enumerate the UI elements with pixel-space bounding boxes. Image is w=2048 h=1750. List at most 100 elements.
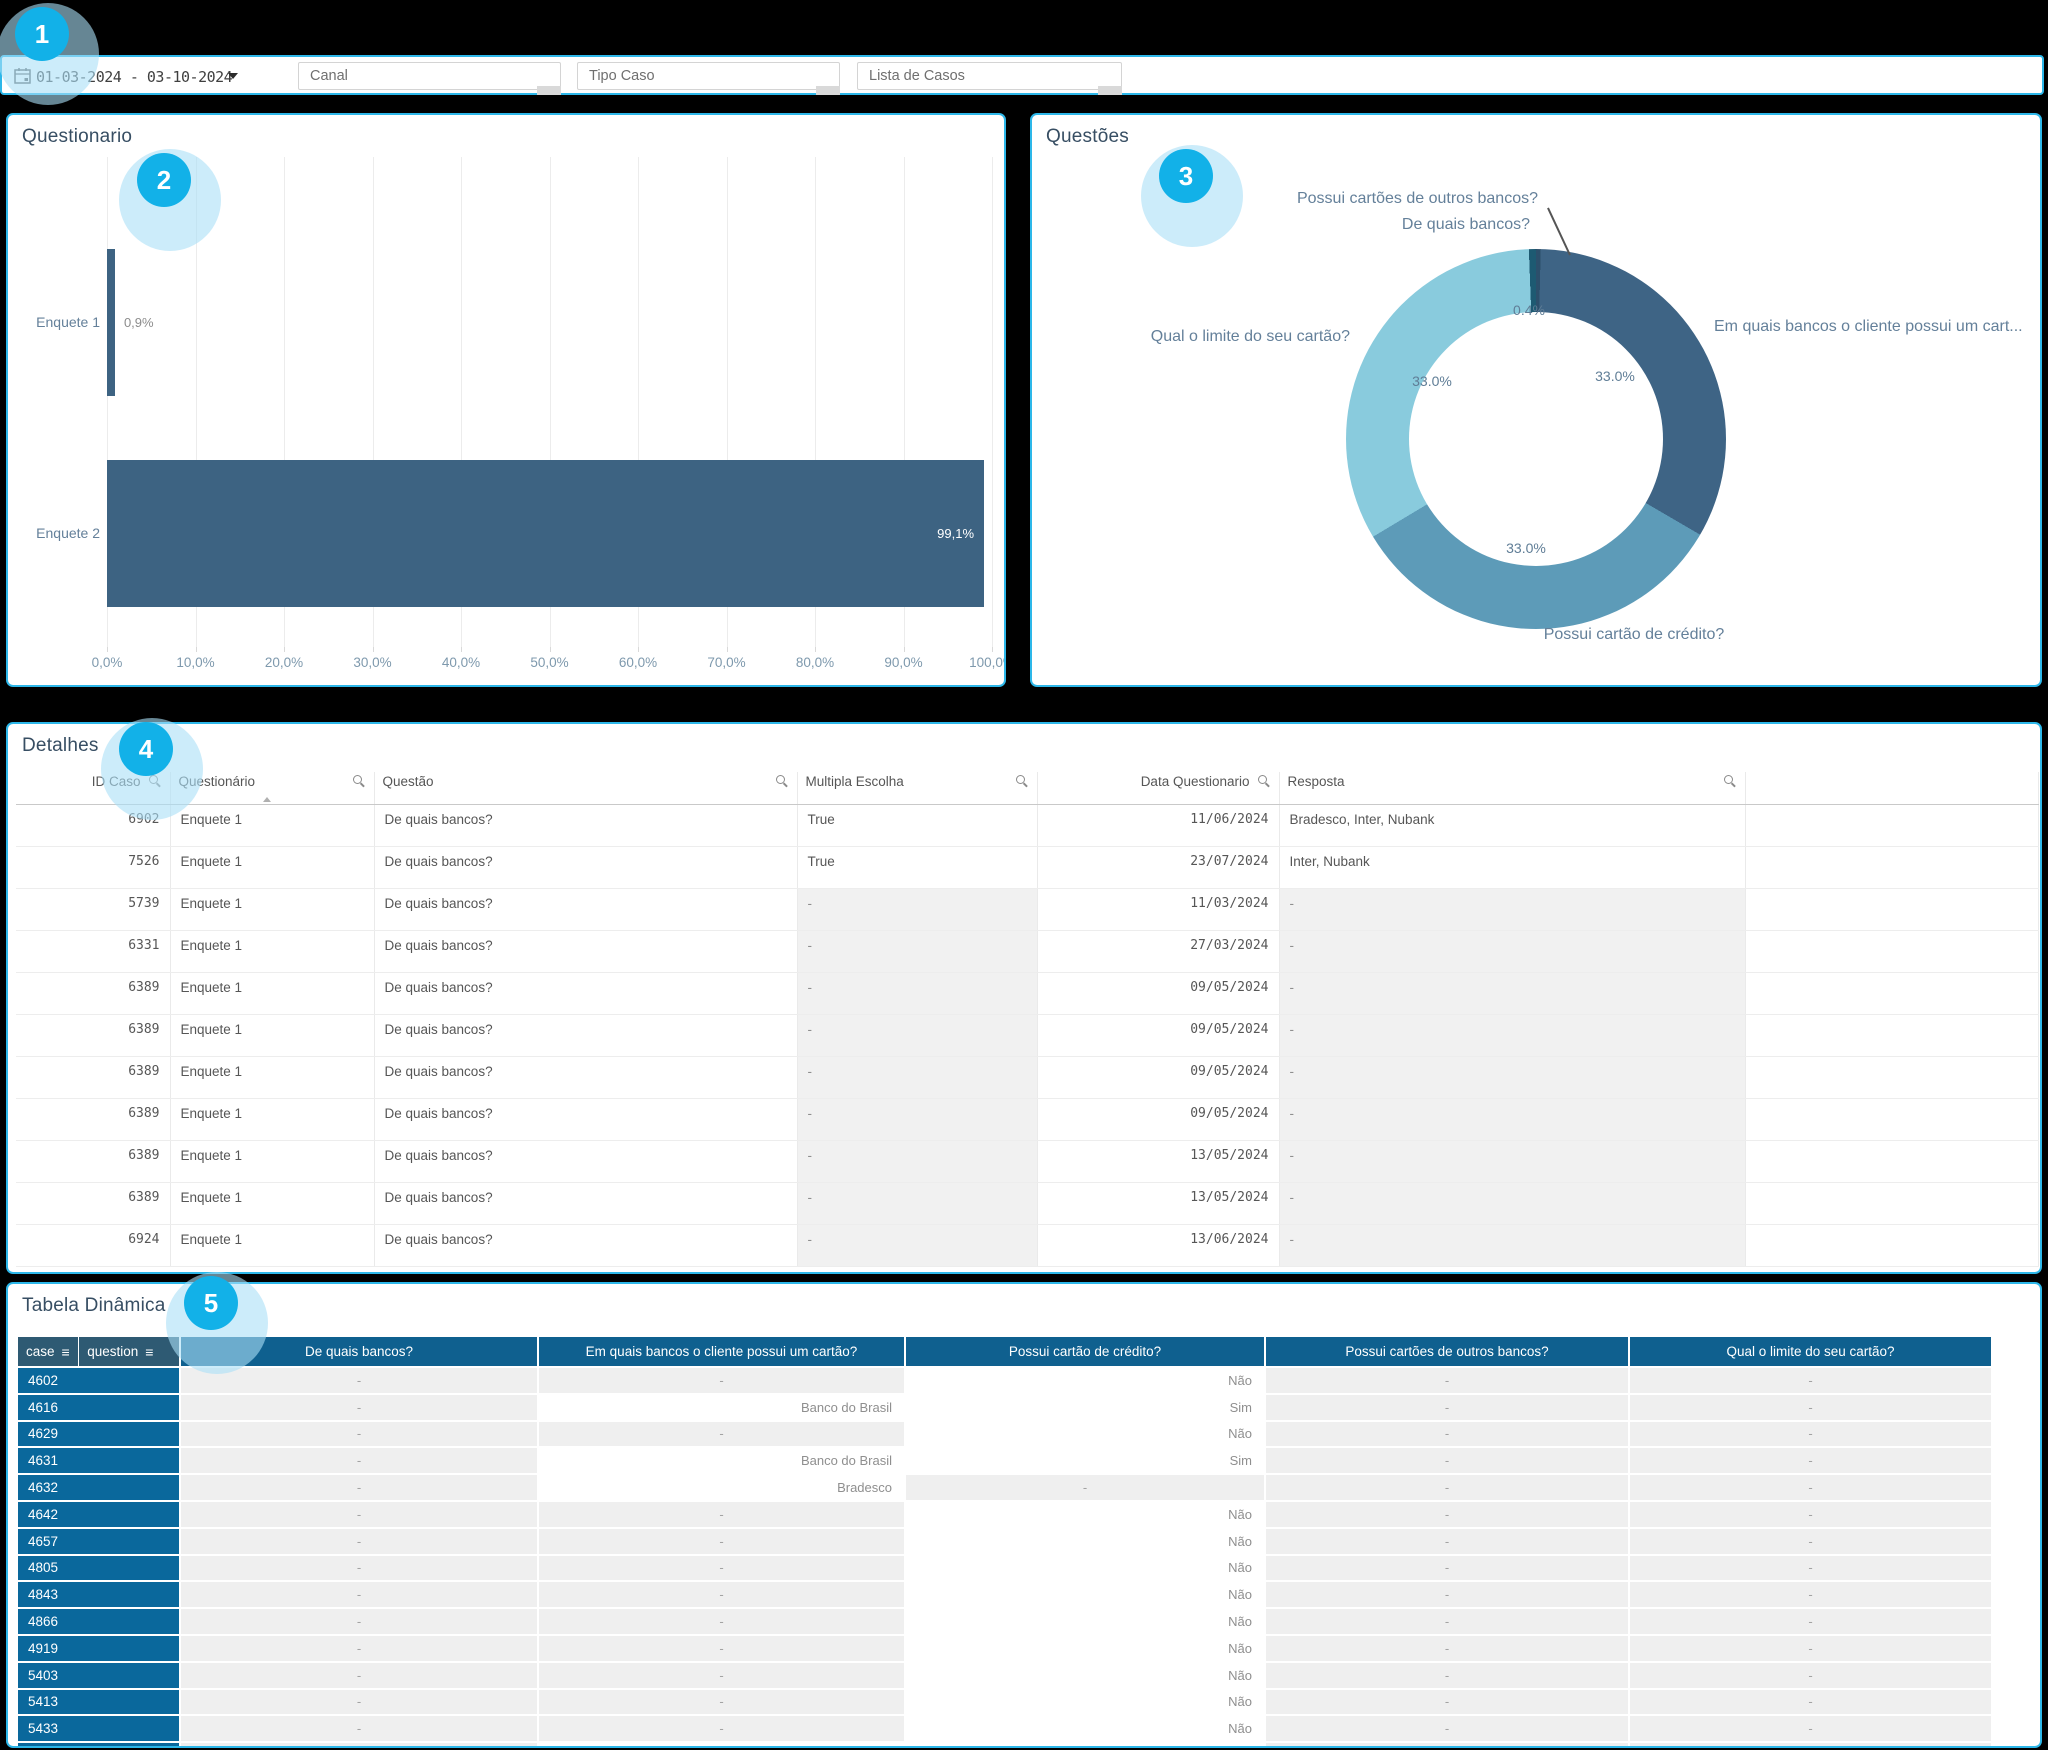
table-cell[interactable]: - (1279, 889, 1745, 931)
table-cell[interactable]: True (797, 805, 1037, 847)
pivot-cell[interactable]: - (1630, 1663, 1991, 1688)
pivot-cell[interactable]: - (539, 1690, 904, 1715)
table-cell[interactable]: De quais bancos? (374, 1099, 797, 1141)
table-cell[interactable]: - (1279, 1099, 1745, 1141)
table-cell[interactable]: - (797, 1099, 1037, 1141)
pivot-cell[interactable]: - (1630, 1448, 1991, 1473)
search-icon[interactable] (776, 775, 789, 788)
pivot-cell[interactable]: - (1630, 1529, 1991, 1554)
table-cell[interactable]: - (797, 1183, 1037, 1225)
pivot-cell[interactable]: Não (906, 1368, 1264, 1393)
pivot-cell[interactable]: - (539, 1368, 904, 1393)
pivot-cell[interactable]: - (539, 1529, 904, 1554)
pivot-row-header[interactable]: 4602 (18, 1368, 179, 1393)
pivot-cell[interactable]: - (539, 1609, 904, 1634)
pivot-cell[interactable]: - (181, 1448, 537, 1473)
pivot-cell[interactable]: - (181, 1582, 537, 1607)
table-cell[interactable]: Enquete 1 (170, 805, 374, 847)
pivot-cell[interactable]: - (539, 1582, 904, 1607)
table-cell[interactable]: De quais bancos? (374, 1141, 797, 1183)
table-cell[interactable]: 6924 (16, 1225, 170, 1267)
pivot-cell[interactable]: Sim (906, 1395, 1264, 1420)
pivot-cell[interactable]: - (1266, 1609, 1628, 1634)
pivot-cell[interactable]: - (1630, 1556, 1991, 1581)
pivot-cell[interactable]: - (181, 1475, 537, 1500)
search-icon[interactable] (353, 775, 366, 788)
pivot-cell[interactable]: - (181, 1368, 537, 1393)
table-cell[interactable]: - (797, 973, 1037, 1015)
table-cell[interactable]: - (1279, 1015, 1745, 1057)
table-cell[interactable]: De quais bancos? (374, 931, 797, 973)
pivot-column-header-5[interactable]: Qual o limite do seu cartão? (1630, 1337, 1991, 1366)
pivot-cell[interactable]: - (1630, 1690, 1991, 1715)
pivot-cell[interactable]: - (906, 1475, 1264, 1500)
pivot-row-header[interactable]: 4632 (18, 1475, 179, 1500)
pivot-cell[interactable]: - (1266, 1636, 1628, 1661)
search-icon[interactable] (1724, 775, 1737, 788)
pivot-cell[interactable]: Não (906, 1663, 1264, 1688)
pivot-cell[interactable]: Sim (906, 1448, 1264, 1473)
pivot-cell[interactable]: Não (906, 1636, 1264, 1661)
table-cell[interactable]: 11/06/2024 (1037, 805, 1279, 847)
bar-enquete-2[interactable] (107, 460, 984, 607)
table-cell[interactable]: 6389 (16, 1099, 170, 1141)
pivot-cell[interactable]: - (1630, 1422, 1991, 1447)
table-cell[interactable]: 09/05/2024 (1037, 1015, 1279, 1057)
table-cell[interactable]: 27/03/2024 (1037, 931, 1279, 973)
pivot-cell[interactable]: - (1630, 1502, 1991, 1527)
table-cell[interactable]: - (1279, 1057, 1745, 1099)
menu-icon[interactable]: ≡ (145, 1345, 153, 1359)
pivot-cell[interactable]: - (539, 1556, 904, 1581)
pivot-row-header[interactable]: 4805 (18, 1556, 179, 1581)
filter-listbox-tipo-caso[interactable]: Tipo Caso (577, 62, 840, 90)
table-cell[interactable]: - (1279, 973, 1745, 1015)
pivot-row-header[interactable]: 4642 (18, 1502, 179, 1527)
pivot-cell[interactable]: - (1266, 1663, 1628, 1688)
pivot-cell[interactable]: Não (906, 1422, 1264, 1447)
pivot-cell[interactable]: - (181, 1395, 537, 1420)
pivot-cell[interactable]: - (1630, 1582, 1991, 1607)
table-cell[interactable]: 6389 (16, 1141, 170, 1183)
pivot-cell[interactable]: - (1266, 1743, 1628, 1748)
pivot-cell[interactable]: - (1630, 1609, 1991, 1634)
table-cell[interactable]: Enquete 1 (170, 1225, 374, 1267)
table-cell[interactable]: 6389 (16, 973, 170, 1015)
table-cell[interactable]: 23/07/2024 (1037, 847, 1279, 889)
pivot-cell[interactable]: Não (906, 1502, 1264, 1527)
table-cell[interactable]: 5739 (16, 889, 170, 931)
table-cell[interactable]: 09/05/2024 (1037, 1057, 1279, 1099)
pivot-cell[interactable]: - (539, 1636, 904, 1661)
table-cell[interactable]: Enquete 1 (170, 889, 374, 931)
pivot-cell[interactable]: - (181, 1636, 537, 1661)
listbox-scrollbar[interactable] (537, 86, 561, 95)
listbox-scrollbar[interactable] (1098, 86, 1122, 95)
pivot-column-header-3[interactable]: Possui cartão de crédito? (906, 1337, 1264, 1366)
pivot-row-header[interactable]: 4843 (18, 1582, 179, 1607)
column-header-5[interactable]: Data Questionario (1037, 772, 1279, 805)
pivot-cell[interactable]: Não (906, 1529, 1264, 1554)
pivot-cell[interactable]: - (181, 1690, 537, 1715)
pivot-cell[interactable]: - (1266, 1395, 1628, 1420)
pivot-row-header[interactable]: 5413 (18, 1690, 179, 1715)
pivot-cell[interactable]: - (1266, 1582, 1628, 1607)
table-cell[interactable]: - (797, 931, 1037, 973)
table-cell[interactable]: - (797, 1225, 1037, 1267)
table-cell[interactable]: Bradesco, Inter, Nubank (1279, 805, 1745, 847)
pivot-cell[interactable]: Não (906, 1582, 1264, 1607)
table-cell[interactable]: - (1279, 1225, 1745, 1267)
pivot-cell[interactable]: Bradesco, Inter, Itaú (539, 1743, 904, 1748)
pivot-row-header[interactable]: 4616 (18, 1395, 179, 1420)
table-cell[interactable]: 13/05/2024 (1037, 1183, 1279, 1225)
table-cell[interactable]: De quais bancos? (374, 1057, 797, 1099)
table-cell[interactable]: Enquete 1 (170, 1099, 374, 1141)
search-icon[interactable] (1016, 775, 1029, 788)
pivot-row-header[interactable]: 4919 (18, 1636, 179, 1661)
table-cell[interactable]: De quais bancos? (374, 847, 797, 889)
table-cell[interactable]: - (1279, 931, 1745, 973)
table-cell[interactable]: 6389 (16, 1015, 170, 1057)
pivot-cell[interactable]: Bradesco (539, 1475, 904, 1500)
table-cell[interactable]: De quais bancos? (374, 889, 797, 931)
pivot-row-header[interactable]: 5635 (18, 1743, 179, 1748)
pivot-dim-case[interactable]: case≡ (18, 1337, 78, 1366)
table-cell[interactable]: 7526 (16, 847, 170, 889)
